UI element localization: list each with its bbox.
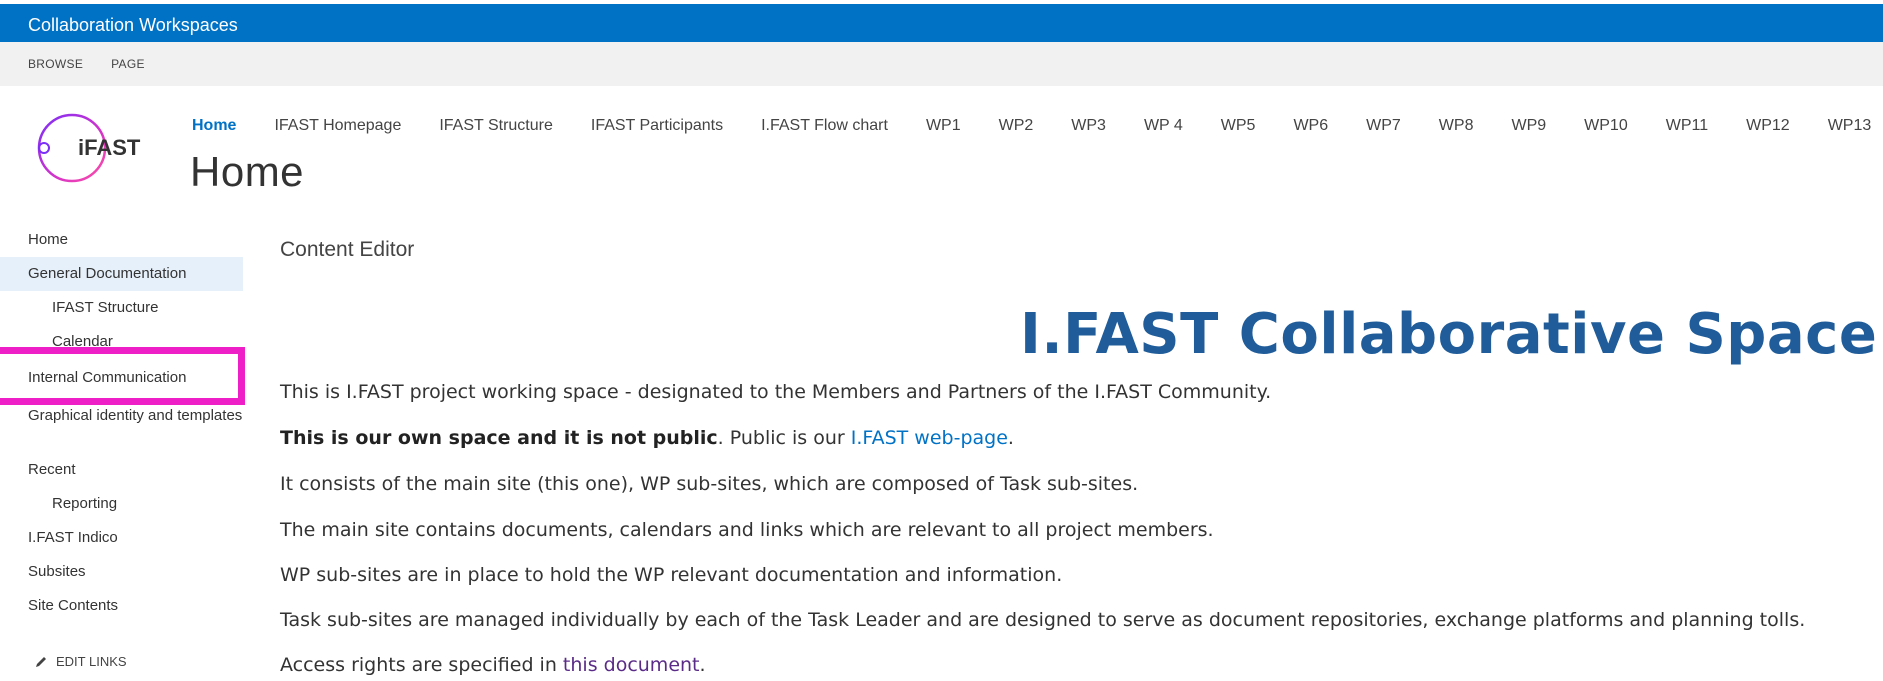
ifast-logo-icon: iFAST <box>37 113 141 183</box>
top-nav-item[interactable]: WP13 <box>1828 117 1872 135</box>
paragraph-public-bold: This is our own space and it is not publ… <box>280 427 718 449</box>
top-nav-item[interactable]: Home <box>192 117 236 135</box>
paragraph-public-mid: . Public is our <box>717 427 851 449</box>
top-nav-item[interactable]: WP9 <box>1511 117 1546 135</box>
paragraph-public: This is our own space and it is not publ… <box>280 427 1014 449</box>
top-nav-item[interactable]: IFAST Participants <box>591 117 723 135</box>
paragraph-task-subsites: Task sub-sites are managed individually … <box>280 609 1806 631</box>
top-nav-item[interactable]: IFAST Homepage <box>274 117 401 135</box>
left-nav-item[interactable]: Calendar <box>0 332 243 352</box>
top-nav-item[interactable]: WP8 <box>1439 117 1474 135</box>
paragraph-public-end: . <box>1007 427 1014 449</box>
left-nav-item[interactable]: Internal Communication <box>0 368 243 388</box>
top-nav-item[interactable]: WP11 <box>1666 117 1708 135</box>
suite-bar-title[interactable]: Collaboration Workspaces <box>28 15 238 35</box>
paragraph-access-rights: Access rights are specified in this docu… <box>280 654 706 676</box>
top-nav-item[interactable]: WP12 <box>1746 117 1790 135</box>
left-nav-item[interactable]: General Documentation <box>0 257 243 291</box>
paragraph-main-site: The main site contains documents, calend… <box>280 519 1214 541</box>
web-part-title: Content Editor <box>280 238 415 261</box>
top-nav-item[interactable]: WP2 <box>999 117 1034 135</box>
this-document-link[interactable]: this document <box>563 654 700 676</box>
top-nav-item[interactable]: WP1 <box>926 117 961 135</box>
paragraph-access-start: Access rights are specified in <box>280 654 563 676</box>
paragraph-intro: This is I.FAST project working space - d… <box>280 381 1272 403</box>
page-title: Home <box>190 148 305 195</box>
paragraph-wp-subsites: WP sub-sites are in place to hold the WP… <box>280 564 1063 586</box>
left-nav-item[interactable]: Graphical identity and templates <box>0 406 243 426</box>
main-heading: I.FAST Collaborative Space <box>1020 302 1878 367</box>
top-navigation: Home IFAST Homepage IFAST Structure IFAST P… <box>192 117 1883 135</box>
paragraph-access-end: . <box>699 654 706 676</box>
left-nav-item[interactable]: I.FAST Indico <box>0 528 243 548</box>
top-nav-item[interactable]: WP3 <box>1071 117 1106 135</box>
paragraph-structure: It consists of the main site (this one),… <box>280 473 1139 495</box>
ribbon-tab-page[interactable]: PAGE <box>111 57 145 71</box>
top-nav-item[interactable]: WP6 <box>1293 117 1328 135</box>
edit-links-label: EDIT LINKS <box>56 654 127 669</box>
suite-bar: Collaboration Workspaces <box>0 4 1883 42</box>
left-nav-item[interactable]: Recent <box>0 460 243 480</box>
top-nav-item[interactable]: WP10 <box>1584 117 1628 135</box>
ribbon-tabs: BROWSE PAGE <box>0 42 1883 86</box>
ifast-web-page-link[interactable]: I.FAST web-page <box>851 427 1008 449</box>
top-nav-item[interactable]: IFAST Structure <box>439 117 553 135</box>
top-nav-item[interactable]: I.FAST Flow chart <box>761 117 888 135</box>
top-nav-item[interactable]: WP5 <box>1221 117 1256 135</box>
left-nav-item[interactable]: Subsites <box>0 562 243 582</box>
ribbon-tab-browse[interactable]: BROWSE <box>28 57 83 71</box>
edit-links-button[interactable]: EDIT LINKS <box>34 654 127 669</box>
pencil-icon <box>36 656 46 667</box>
top-nav-item[interactable]: WP7 <box>1366 117 1401 135</box>
left-nav-item[interactable]: Reporting <box>0 494 243 514</box>
site-logo[interactable]: iFAST <box>34 110 162 186</box>
top-nav-item[interactable]: WP 4 <box>1144 117 1183 135</box>
left-nav-item[interactable]: IFAST Structure <box>0 298 243 318</box>
left-nav-item[interactable]: Site Contents <box>0 596 243 616</box>
left-nav-item[interactable]: Home <box>0 230 243 250</box>
logo-text: iFAST <box>78 135 141 160</box>
